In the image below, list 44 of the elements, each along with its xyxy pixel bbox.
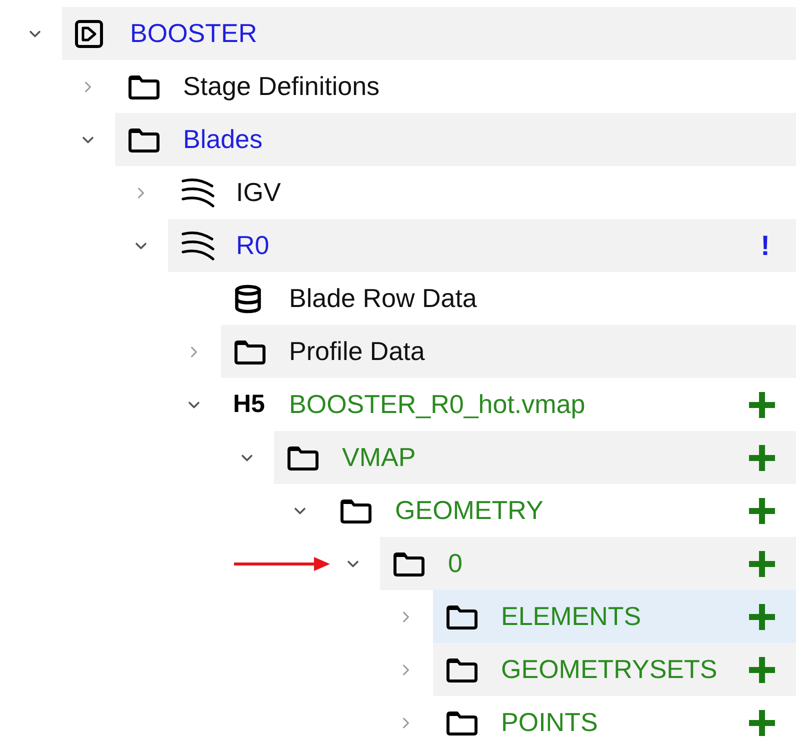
plus-icon[interactable]	[748, 390, 776, 418]
folder-icon	[339, 498, 373, 524]
plus-icon[interactable]	[748, 602, 776, 630]
node-label: GEOMETRYSETS	[501, 653, 718, 686]
tree-row[interactable]: VMAP	[274, 431, 796, 484]
node-label: Profile Data	[289, 335, 425, 368]
blade-lines-icon	[180, 176, 216, 210]
folder-icon	[445, 604, 479, 630]
folder-icon	[392, 550, 426, 576]
tree-row[interactable]: 0	[380, 537, 796, 590]
tree-row[interactable]: R0 !	[168, 219, 796, 272]
folder-icon	[127, 74, 161, 100]
warning-mark: !	[760, 228, 771, 262]
folder-icon	[233, 338, 267, 364]
file-type-label: H5	[233, 388, 265, 420]
tree-row[interactable]: ELEMENTS	[433, 590, 796, 643]
node-label: Stage Definitions	[183, 70, 380, 103]
node-label: VMAP	[342, 441, 416, 474]
node-label: IGV	[236, 176, 281, 209]
folder-icon	[286, 444, 320, 470]
play-square-icon	[74, 18, 104, 48]
folder-icon	[127, 126, 161, 152]
tree-row[interactable]: BOOSTER	[62, 7, 796, 60]
plus-icon[interactable]	[748, 550, 776, 578]
plus-icon[interactable]	[748, 496, 776, 524]
node-label: ELEMENTS	[501, 600, 642, 633]
blade-lines-icon	[180, 228, 216, 262]
node-label: BOOSTER_R0_hot.vmap	[289, 388, 586, 421]
plus-icon[interactable]	[748, 708, 776, 736]
tree-row[interactable]: GEOMETRYSETS	[433, 643, 796, 696]
tree-row[interactable]: Profile Data	[221, 325, 796, 378]
folder-icon	[445, 710, 479, 736]
node-label: Blades	[183, 123, 262, 156]
node-label: GEOMETRY	[395, 494, 544, 527]
tree-row[interactable]: Blades	[115, 113, 796, 166]
node-label: POINTS	[501, 706, 598, 739]
node-label: 0	[448, 547, 462, 580]
node-label: BOOSTER	[130, 17, 258, 50]
node-label: Blade Row Data	[289, 282, 477, 315]
folder-icon	[445, 656, 479, 682]
node-label: R0	[236, 229, 270, 262]
database-icon	[233, 284, 263, 314]
plus-icon[interactable]	[748, 444, 776, 472]
plus-icon[interactable]	[748, 656, 776, 684]
